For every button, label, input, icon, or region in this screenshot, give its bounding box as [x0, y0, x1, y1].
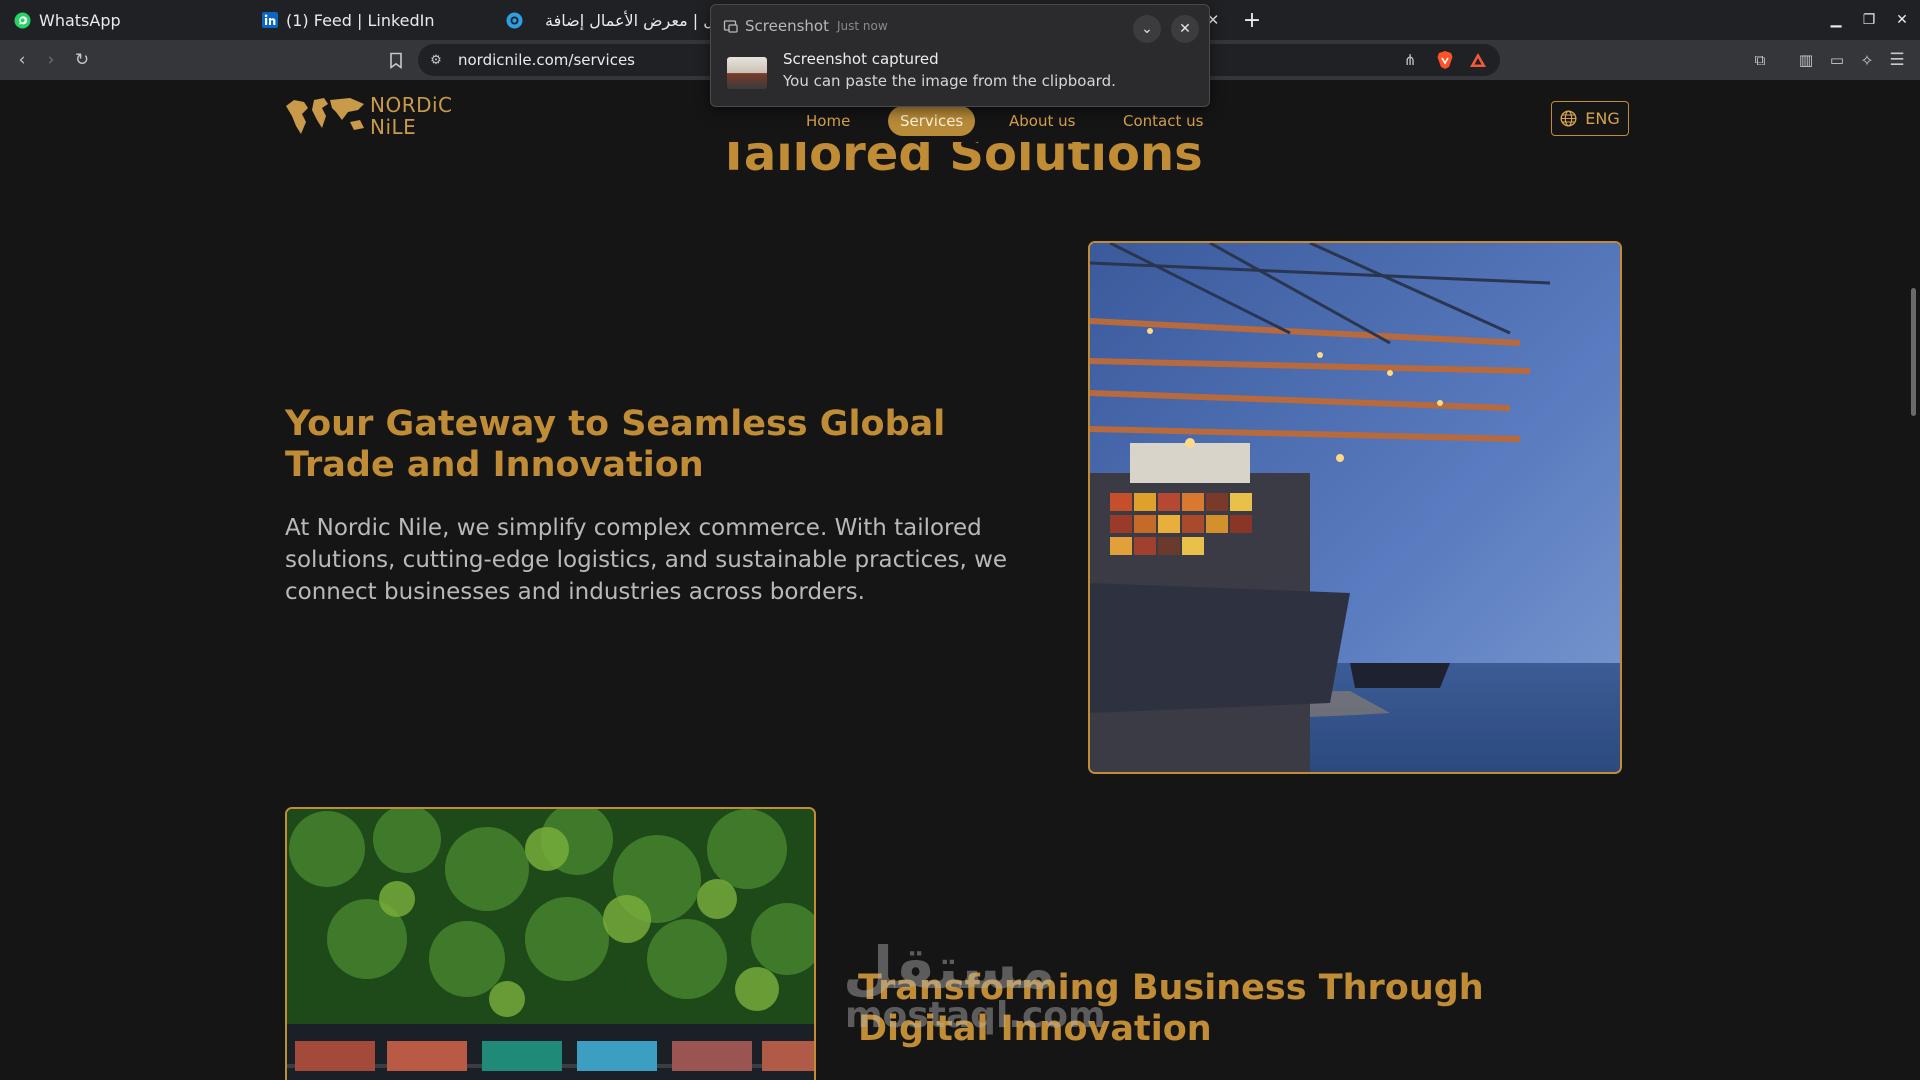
nav-contact-us[interactable]: Contact us	[1111, 106, 1215, 136]
close-window-button[interactable]: ✕	[1890, 8, 1914, 32]
brave-lion-icon	[1437, 51, 1453, 69]
screenshot-icon	[723, 20, 738, 33]
bookmark-button[interactable]	[384, 48, 408, 72]
logo-line-2: NiLE	[370, 115, 417, 139]
restore-icon: ❐	[1862, 12, 1876, 28]
nav-services[interactable]: Services	[888, 106, 976, 136]
toast-app-label: Screenshot	[745, 17, 829, 35]
world-map-logo-icon	[286, 98, 364, 134]
reload-icon: ↻	[74, 50, 90, 70]
forward-button[interactable]: ›	[39, 48, 63, 72]
sidebar-icon: ▥	[1798, 51, 1814, 69]
container-ship-image	[1088, 241, 1622, 774]
logo-wordmark: NORDiC NiLE	[370, 94, 453, 138]
language-selector[interactable]: ENG	[1551, 101, 1629, 136]
toast-time: Just now	[836, 19, 888, 33]
url-text[interactable]: nordicnile.com/services	[458, 51, 635, 69]
close-icon: ✕	[1896, 12, 1908, 28]
whatsapp-icon	[14, 12, 31, 29]
share-button[interactable]: ⋔	[1398, 48, 1422, 72]
restore-button[interactable]: ❐	[1857, 8, 1881, 32]
hamburger-icon: ☰	[1889, 50, 1905, 70]
tab-linkedin[interactable]: (1) Feed | LinkedIn	[261, 0, 435, 40]
share-icon: ⋔	[1403, 51, 1417, 69]
toast-expand-button[interactable]: ⌄	[1133, 15, 1161, 43]
wallet-button[interactable]: ▭	[1825, 48, 1849, 72]
screen: WhatsApp (1) Feed | LinkedIn مستقل | معر…	[0, 0, 1920, 1080]
brave-rewards-button[interactable]	[1466, 48, 1490, 72]
tab-title: (1) Feed | LinkedIn	[286, 10, 435, 30]
toast-header: Screenshot Just now	[723, 17, 888, 35]
section-gateway-body: At Nordic Nile, we simplify complex comm…	[285, 515, 1008, 605]
toast-title: Screenshot captured	[783, 50, 939, 68]
back-arrow-icon: ‹	[18, 50, 26, 70]
tune-icon: ⚙	[430, 52, 442, 68]
page-scrollbar-thumb[interactable]	[1911, 288, 1916, 416]
leo-ai-button[interactable]: ✧	[1855, 48, 1879, 72]
sidebar-toggle-button[interactable]: ▥	[1794, 48, 1818, 72]
screenshot-button[interactable]: ⧉	[1748, 48, 1772, 72]
tab-mostaql[interactable]: مستقل | معرض الأعمال إضافة	[506, 0, 711, 40]
chevron-down-icon: ⌄	[1141, 21, 1153, 37]
mostaql-watermark: مستقل mostaql.com	[843, 934, 1106, 1048]
minimize-button[interactable]: ▁	[1824, 8, 1848, 32]
nav-about-us[interactable]: About us	[997, 106, 1087, 136]
bookmark-icon	[390, 52, 402, 69]
new-tab-button[interactable]: +	[1238, 6, 1266, 34]
globe-icon	[1560, 110, 1577, 127]
linkedin-icon	[261, 12, 278, 29]
screenshot-toast: Screenshot Just now ⌄ ✕ Screenshot captu…	[710, 4, 1210, 107]
toast-message: You can paste the image from the clipboa…	[783, 72, 1116, 90]
logo-line-1: NORDiC	[370, 93, 453, 117]
plus-icon: +	[1242, 7, 1262, 33]
wallet-icon: ▭	[1829, 51, 1845, 69]
screenshot-icon: ⧉	[1754, 51, 1766, 69]
nav-home[interactable]: Home	[794, 106, 862, 136]
watermark-arabic: مستقل	[843, 934, 1056, 1002]
tab-title: WhatsApp	[39, 10, 121, 30]
tab-title: مستقل | معرض الأعمال إضافة	[545, 10, 711, 30]
watermark-latin: mostaql.com	[845, 995, 1106, 1036]
toast-close-button[interactable]: ✕	[1171, 15, 1199, 43]
forward-arrow-icon: ›	[47, 50, 55, 70]
sparkle-icon: ✧	[1860, 50, 1874, 70]
screenshot-thumbnail	[727, 57, 767, 89]
mostaql-icon	[506, 12, 523, 29]
reload-button[interactable]: ↻	[70, 48, 94, 72]
brave-shields-button[interactable]	[1433, 48, 1457, 72]
menu-button[interactable]: ☰	[1885, 48, 1909, 72]
language-label: ENG	[1585, 109, 1620, 128]
rewards-triangle-icon	[1470, 53, 1486, 67]
forest-train-aerial-image	[285, 807, 816, 1080]
site-logo[interactable]: NORDiC NiLE	[284, 94, 452, 140]
section-gateway-title: Your Gateway to Seamless Global Trade an…	[285, 404, 946, 485]
site-info-button[interactable]: ⚙	[424, 48, 448, 72]
minimize-icon: ▁	[1830, 12, 1842, 28]
back-button[interactable]: ‹	[10, 48, 34, 72]
web-page: Tailored Solutions NORDiC NiLE Home Serv…	[0, 80, 1920, 1080]
tab-whatsapp[interactable]: WhatsApp	[14, 0, 121, 40]
close-icon: ✕	[1179, 21, 1191, 37]
